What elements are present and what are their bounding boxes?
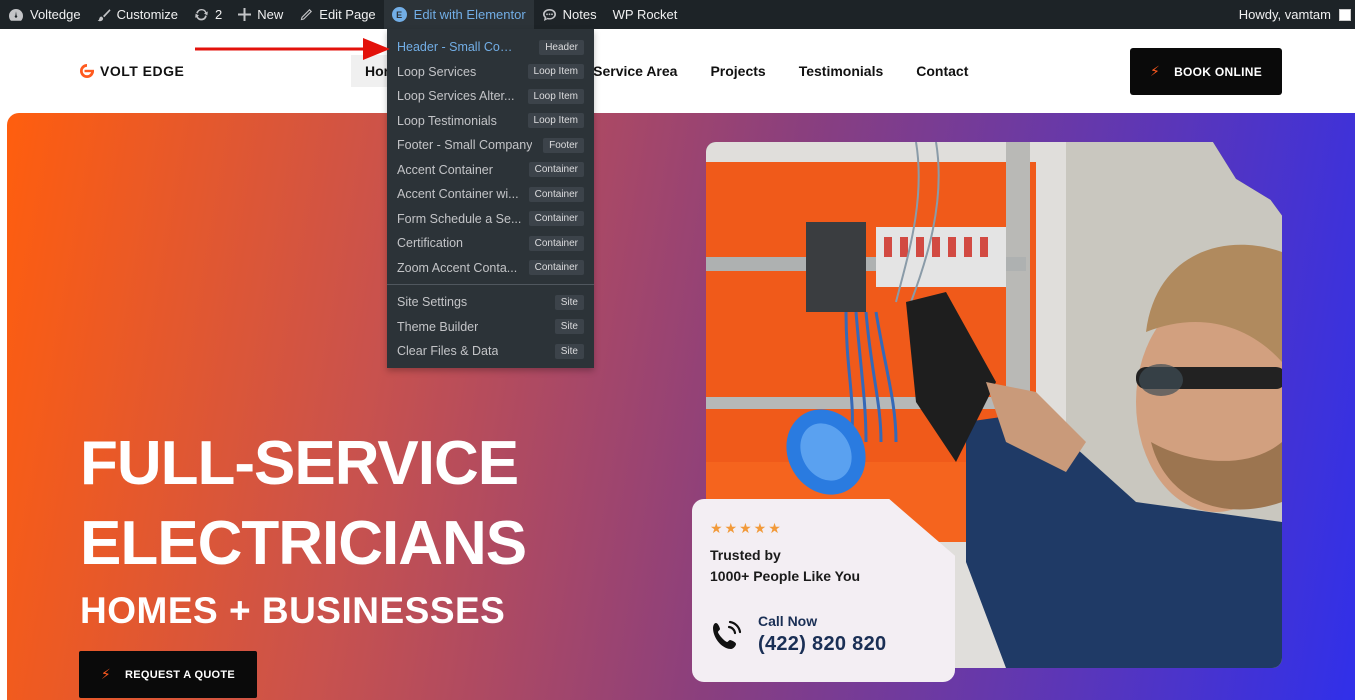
trust-line-2: 1000+ People Like You (710, 568, 861, 584)
book-online-button[interactable]: ⚡ BOOK ONLINE (1130, 48, 1282, 95)
dropdown-item-tag: Site (554, 319, 584, 335)
lightning-icon: ⚡ (1149, 63, 1161, 79)
wp-rocket-label: WP Rocket (612, 7, 678, 22)
dropdown-item-label: Clear Files & Data (397, 344, 499, 359)
nav-projects[interactable]: Projects (710, 63, 765, 79)
customize-label: Customize (116, 7, 179, 22)
rating-stars-icon: ★★★★★ (710, 520, 783, 536)
edit-with-elementor-label: Edit with Elementor (413, 7, 526, 22)
dashboard-icon (9, 8, 23, 21)
dropdown-item-tag: Loop Item (527, 113, 584, 129)
hero-title-line: ELECTRICIANS (80, 509, 527, 578)
dropdown-item-tag: Container (528, 211, 584, 227)
dropdown-item-form-schedule[interactable]: Form Schedule a Se... Container (387, 207, 594, 232)
site-logo[interactable]: VOLT EDGE (80, 63, 184, 79)
phone-number[interactable]: (422) 820 820 (758, 633, 886, 656)
dropdown-divider (387, 284, 594, 285)
speech-bubble-icon (542, 8, 556, 21)
refresh-icon (195, 8, 208, 21)
dropdown-item-label: Accent Container (397, 162, 493, 177)
dropdown-item-tag: Footer (543, 137, 584, 153)
edit-page-label: Edit Page (319, 7, 376, 22)
dropdown-item-tag: Container (528, 186, 584, 202)
dropdown-item-certification[interactable]: Certification Container (387, 231, 594, 256)
dropdown-item-tag: Loop Item (527, 64, 584, 80)
request-quote-label: REQUEST A QUOTE (125, 668, 236, 681)
hero-subtitle: HOMES + BUSINESSES (80, 590, 506, 631)
dropdown-item-accent-container-with[interactable]: Accent Container wi... Container (387, 182, 594, 207)
howdy-label: Howdy, vamtam (1238, 7, 1331, 22)
dropdown-item-label: Site Settings (397, 295, 468, 310)
dropdown-item-clear-files[interactable]: Clear Files & Data Site (387, 339, 594, 364)
dropdown-item-tag: Container (528, 260, 584, 276)
dropdown-item-tag: Site (554, 294, 584, 310)
dropdown-item-tag: Site (554, 343, 584, 359)
dropdown-item-label: Certification (397, 236, 463, 251)
my-account[interactable]: Howdy, vamtam (1239, 7, 1355, 22)
hero-title: FULL-SERVICE ELECTRICIANS (80, 424, 527, 584)
dropdown-item-accent-container[interactable]: Accent Container Container (387, 158, 594, 183)
elementor-icon: E (391, 7, 407, 22)
dropdown-item-label: Theme Builder (397, 319, 479, 334)
dropdown-item-theme-builder[interactable]: Theme Builder Site (387, 315, 594, 340)
book-online-label: BOOK ONLINE (1174, 64, 1263, 79)
call-now-label: Call Now (758, 613, 818, 629)
pencil-icon (300, 8, 313, 20)
dropdown-item-footer[interactable]: Footer - Small Company Footer (387, 133, 594, 158)
nav-testimonials[interactable]: Testimonials (799, 63, 884, 79)
dropdown-item-tag: Loop Item (527, 88, 584, 104)
lightning-icon: ⚡ (100, 666, 112, 682)
phone-icon (713, 620, 742, 649)
volt-edge-logo-icon (80, 64, 94, 78)
dropdown-item-label: Zoom Accent Conta... (397, 260, 518, 275)
updates-link[interactable]: 2 (186, 0, 230, 29)
elementor-templates-dropdown: Header - Small Comp... Header Loop Servi… (387, 29, 594, 368)
logo-text: VOLT EDGE (100, 63, 185, 79)
dropdown-item-loop-services-alt[interactable]: Loop Services Alter... Loop Item (387, 84, 594, 109)
trust-line-1: Trusted by (710, 547, 781, 563)
dropdown-item-tag: Header (539, 39, 584, 55)
wp-admin-bar: Voltedge Customize 2 New Edit Page E Edi… (0, 0, 1355, 29)
red-arrow-annotation (195, 38, 390, 60)
hero-section: FULL-SERVICE ELECTRICIANS HOMES + BUSINE… (7, 113, 1355, 700)
dropdown-item-header[interactable]: Header - Small Comp... Header (387, 35, 594, 60)
dropdown-item-loop-testimonials[interactable]: Loop Testimonials Loop Item (387, 109, 594, 134)
new-content-link[interactable]: New (230, 0, 291, 29)
dropdown-item-label: Loop Services (397, 64, 477, 79)
site-name-label: Voltedge (30, 7, 81, 22)
dropdown-item-site-settings[interactable]: Site Settings Site (387, 290, 594, 315)
dropdown-item-zoom-accent[interactable]: Zoom Accent Conta... Container (387, 256, 594, 281)
nav-contact[interactable]: Contact (916, 63, 968, 79)
dropdown-item-tag: Container (528, 162, 584, 178)
wp-rocket-link[interactable]: WP Rocket (605, 0, 686, 29)
dropdown-item-label: Form Schedule a Se... (397, 211, 522, 226)
avatar (1339, 8, 1351, 21)
edit-with-elementor-link[interactable]: E Edit with Elementor (383, 0, 534, 29)
dropdown-item-label: Header - Small Comp... (397, 40, 522, 55)
paintbrush-icon (97, 8, 111, 21)
dropdown-item-loop-services[interactable]: Loop Services Loop Item (387, 60, 594, 85)
plus-icon (238, 8, 252, 21)
updates-count: 2 (215, 7, 223, 22)
dropdown-item-label: Loop Services Alter... (397, 89, 515, 104)
customize-link[interactable]: Customize (89, 0, 186, 29)
nav-service-area[interactable]: Service Area (593, 63, 677, 79)
new-label: New (257, 7, 284, 22)
request-quote-button[interactable]: ⚡ REQUEST A QUOTE (79, 651, 257, 698)
dropdown-item-label: Accent Container wi... (397, 187, 519, 202)
notes-link[interactable]: Notes (534, 0, 605, 29)
dropdown-item-label: Footer - Small Company (397, 138, 533, 153)
trust-card: ★★★★★ Trusted by 1000+ People Like You C… (692, 499, 955, 682)
dropdown-item-tag: Container (528, 235, 584, 251)
site-name-link[interactable]: Voltedge (0, 0, 89, 29)
hero-title-line: FULL-SERVICE (80, 429, 519, 498)
notes-label: Notes (562, 7, 597, 22)
edit-page-link[interactable]: Edit Page (291, 0, 383, 29)
dropdown-item-label: Loop Testimonials (397, 113, 497, 128)
